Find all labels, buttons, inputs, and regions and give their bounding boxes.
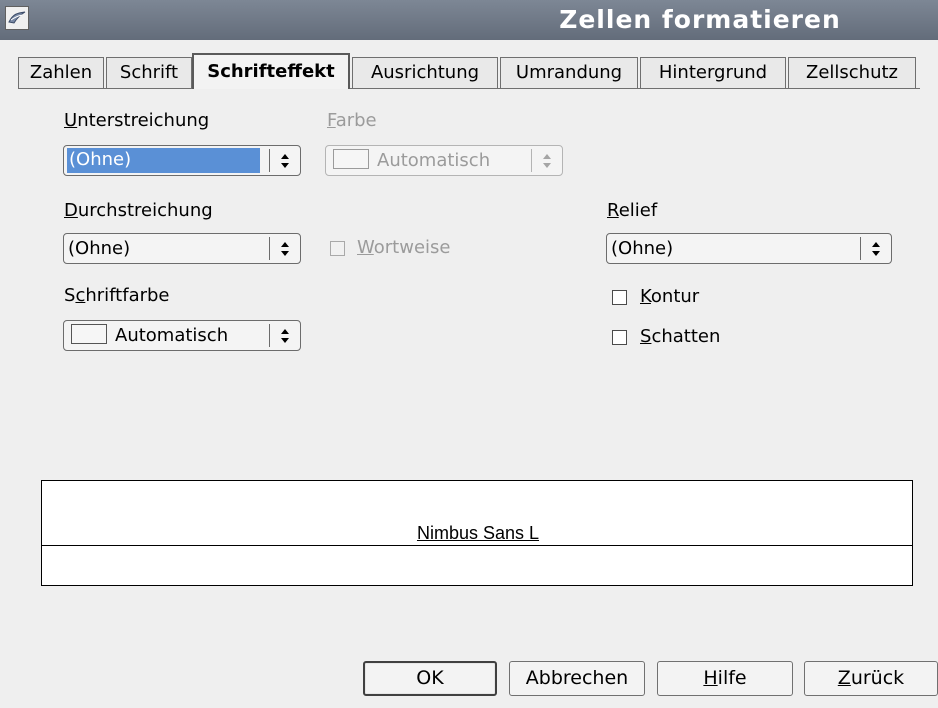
preview-box: Nimbus Sans L [41, 480, 913, 586]
up-down-arrows-icon [531, 149, 562, 172]
strikethrough-label: Durchstreichung [64, 200, 213, 221]
font-color-swatch [71, 324, 107, 344]
tab-zellschutz[interactable]: Zellschutz [788, 57, 916, 89]
window-title: Zellen formatieren [559, 5, 841, 34]
up-down-arrows-icon [269, 237, 300, 260]
openoffice-gull-icon[interactable] [5, 6, 29, 30]
tab-schrifteffekt[interactable]: Schrifteffekt [192, 53, 350, 89]
cancel-button[interactable]: Abbrechen [509, 661, 645, 696]
relief-label: Relief [607, 200, 658, 221]
color-value: Automatisch [377, 150, 491, 171]
back-button[interactable]: Zurück [804, 661, 938, 696]
underline-select[interactable]: (Ohne) [63, 145, 301, 176]
relief-select[interactable]: (Ohne) [606, 233, 892, 264]
color-label: Farbe [327, 110, 377, 131]
color-swatch [333, 149, 369, 169]
up-down-arrows-icon [269, 149, 300, 172]
strikethrough-value: (Ohne) [68, 238, 131, 259]
color-select[interactable]: Automatisch [325, 145, 563, 176]
tab-ausrichtung[interactable]: Ausrichtung [352, 57, 498, 89]
tab-schrift[interactable]: Schrift [106, 57, 192, 89]
up-down-arrows-icon [860, 237, 891, 260]
font-color-select[interactable]: Automatisch [63, 320, 301, 351]
underline-label: Unterstreichung [64, 110, 210, 131]
dialog-window: Zellen formatieren Zahlen Schrift Schrif… [0, 0, 938, 708]
preview-sample-text: Nimbus Sans L [42, 523, 912, 544]
ok-button[interactable]: OK [363, 661, 497, 696]
help-button[interactable]: Hilfe [657, 661, 793, 696]
tab-hintergrund[interactable]: Hintergrund [640, 57, 786, 89]
title-bar[interactable]: Zellen formatieren [0, 0, 938, 40]
outline-checkbox[interactable] [612, 290, 627, 305]
outline-label: Kontur [640, 286, 700, 307]
underline-value: (Ohne) [67, 148, 260, 173]
word-by-word-label: Wortweise [357, 237, 451, 258]
preview-baseline [42, 545, 912, 546]
shadow-checkbox[interactable] [612, 330, 627, 345]
relief-value: (Ohne) [611, 238, 674, 259]
font-color-value: Automatisch [115, 325, 229, 346]
font-color-label: Schriftfarbe [64, 285, 170, 306]
word-by-word-checkbox[interactable] [330, 241, 345, 256]
strikethrough-select[interactable]: (Ohne) [63, 233, 301, 264]
up-down-arrows-icon [269, 324, 300, 347]
tab-umrandung[interactable]: Umrandung [500, 57, 638, 89]
tab-zahlen[interactable]: Zahlen [18, 57, 104, 89]
shadow-label: Schatten [640, 326, 721, 347]
